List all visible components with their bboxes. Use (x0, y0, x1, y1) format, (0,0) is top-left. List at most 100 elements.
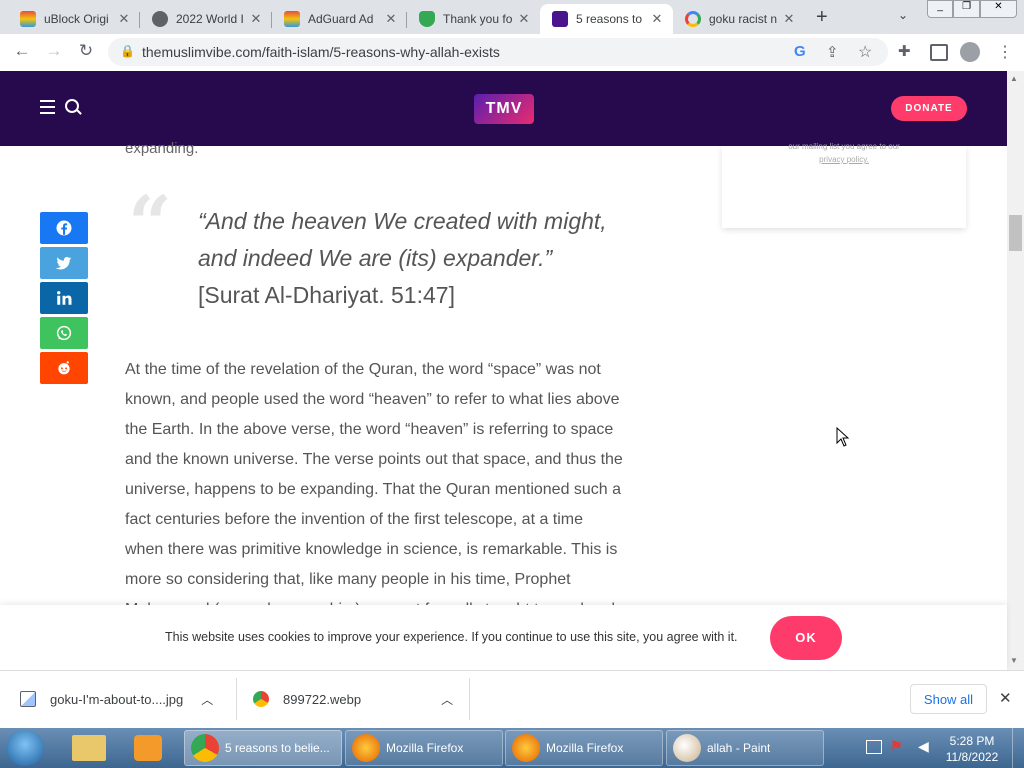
close-window-icon[interactable]: ✕ (979, 0, 1017, 18)
taskbar-item-firefox-2[interactable]: Mozilla Firefox (505, 730, 663, 766)
cookie-message: This website uses cookies to improve you… (165, 630, 738, 644)
network-icon[interactable] (866, 740, 882, 754)
google-lens-icon[interactable]: G (794, 43, 806, 60)
side-panel-icon[interactable] (930, 44, 948, 61)
lock-icon[interactable]: 🔒 (120, 44, 135, 58)
taskbar-item-firefox-1[interactable]: Mozilla Firefox (345, 730, 503, 766)
tab-goku[interactable]: goku racist n ✕ (673, 4, 805, 34)
bookmark-star-icon[interactable]: ☆ (858, 42, 872, 62)
article-paragraph: At the time of the revelation of the Qur… (125, 361, 623, 605)
paint-palette-icon (673, 734, 701, 762)
forward-icon[interactable]: → (42, 41, 66, 61)
chevron-up-icon[interactable]: ︿ (441, 691, 453, 708)
close-icon[interactable]: ✕ (649, 11, 665, 27)
taskbar-item-paint[interactable]: allah - Paint (666, 730, 824, 766)
download-filename: 899722.webp (283, 691, 362, 707)
chrome-file-icon (253, 691, 269, 707)
minimize-icon[interactable]: _ (927, 0, 954, 18)
tmv-favicon-icon (552, 11, 568, 27)
close-icon[interactable]: ✕ (383, 11, 399, 27)
hamburger-menu-icon[interactable] (40, 100, 55, 114)
taskbar-label: 5 reasons to belie... (225, 741, 330, 755)
system-clock[interactable]: 5:28 PM 11/8/2022 (936, 733, 1008, 765)
chevron-up-icon[interactable]: ︿ (201, 691, 213, 708)
page-scrollbar[interactable] (1007, 71, 1024, 670)
cut-off-text: expanding. (125, 140, 199, 157)
close-icon[interactable]: ✕ (516, 11, 532, 27)
taskbar-label: Mozilla Firefox (546, 741, 624, 755)
reload-icon[interactable]: ↻ (74, 41, 98, 61)
newsletter-note: our mailing list you agree to our (788, 142, 900, 151)
mouse-cursor-icon (836, 427, 850, 447)
firefox-icon (512, 734, 540, 762)
download-item-1[interactable]: goku-I'm-about-to....jpg ︿ (20, 670, 235, 728)
show-all-downloads-button[interactable]: Show all (910, 684, 987, 714)
media-player-icon[interactable] (134, 735, 162, 761)
share-icon[interactable]: ⇪ (826, 43, 839, 61)
tab-label: uBlock Origi (44, 12, 109, 26)
close-icon[interactable]: ✕ (116, 11, 132, 27)
scrollbar-thumb[interactable] (1009, 215, 1022, 251)
shelf-divider (236, 678, 237, 720)
tab-thankyou[interactable]: Thank you fo ✕ (407, 4, 540, 34)
close-shelf-icon[interactable]: ✕ (999, 689, 1012, 707)
tab-label: AdGuard Ad (308, 12, 374, 26)
share-twitter-button[interactable] (40, 247, 88, 279)
share-facebook-button[interactable] (40, 212, 88, 244)
quote-mark-icon: “ (128, 179, 172, 268)
whatsapp-icon (56, 325, 72, 341)
download-item-2[interactable]: 899722.webp ︿ (253, 670, 468, 728)
quote-reference: [Surat Al-Dhariyat. 51:47] (198, 282, 455, 308)
clock-time: 5:28 PM (949, 734, 995, 748)
body-clip: At the time of the revelation of the Qur… (0, 355, 1007, 605)
taskbar-label: Mozilla Firefox (386, 741, 464, 755)
tab-5-reasons[interactable]: 5 reasons to ✕ (540, 4, 673, 34)
quote-text: “And the heaven We created with might, a… (198, 208, 607, 271)
image-file-icon (20, 691, 36, 707)
linkedin-icon (57, 291, 72, 305)
close-icon[interactable]: ✕ (781, 11, 797, 27)
privacy-policy-link[interactable]: privacy policy. (722, 155, 966, 164)
tab-label: goku racist n (709, 12, 778, 26)
download-filename: goku-I'm-about-to....jpg (50, 691, 184, 707)
volume-icon[interactable]: ◀ (918, 738, 929, 755)
firefox-icon (352, 734, 380, 762)
url-text[interactable]: themuslimvibe.com/faith-islam/5-reasons-… (142, 44, 500, 60)
tab-label: 2022 World I (176, 12, 244, 26)
tab-label: 5 reasons to (576, 12, 643, 26)
close-icon[interactable]: ✕ (248, 11, 264, 27)
tab-search-icon[interactable]: ⌄ (898, 8, 908, 22)
chrome-menu-icon[interactable]: ⋮ (997, 42, 1013, 62)
google-favicon-icon (685, 11, 701, 27)
file-explorer-icon[interactable] (72, 735, 106, 761)
twitter-icon (55, 257, 72, 270)
extensions-puzzle-icon[interactable]: ✚ (898, 42, 911, 60)
rainbow-favicon-icon (20, 11, 36, 27)
tab-world[interactable]: 2022 World I ✕ (140, 4, 272, 34)
window-controls: _ ❐ ✕ (927, 0, 1017, 18)
site-logo[interactable]: TMV (474, 94, 534, 124)
shield-check-icon (419, 11, 435, 27)
taskbar-item-chrome[interactable]: 5 reasons to belie... (184, 730, 342, 766)
scroll-down-arrow-icon[interactable]: ▼ (1010, 656, 1018, 665)
restore-icon[interactable]: ❐ (953, 0, 980, 18)
scroll-up-arrow-icon[interactable]: ▲ (1010, 74, 1018, 83)
tab-ublock[interactable]: uBlock Origi ✕ (8, 4, 140, 34)
show-desktop-button[interactable] (1012, 728, 1024, 768)
back-icon[interactable]: ← (10, 41, 34, 61)
globe-icon (152, 11, 168, 27)
cookie-ok-button[interactable]: OK (770, 616, 842, 660)
profile-avatar-icon[interactable] (960, 42, 980, 62)
rainbow-favicon-icon (284, 11, 300, 27)
quran-quote: “And the heaven We created with might, a… (198, 203, 618, 314)
taskbar-label: allah - Paint (707, 741, 771, 755)
shelf-divider (469, 678, 470, 720)
facebook-icon (56, 220, 72, 236)
action-center-flag-icon[interactable]: ⚑ (890, 738, 903, 755)
share-linkedin-button[interactable] (40, 282, 88, 314)
tab-adguard[interactable]: AdGuard Ad ✕ (272, 4, 407, 34)
donate-button[interactable]: DONATE (891, 96, 967, 121)
start-button-icon[interactable] (6, 730, 44, 766)
new-tab-button[interactable]: + (816, 6, 828, 29)
share-whatsapp-button[interactable] (40, 317, 88, 349)
